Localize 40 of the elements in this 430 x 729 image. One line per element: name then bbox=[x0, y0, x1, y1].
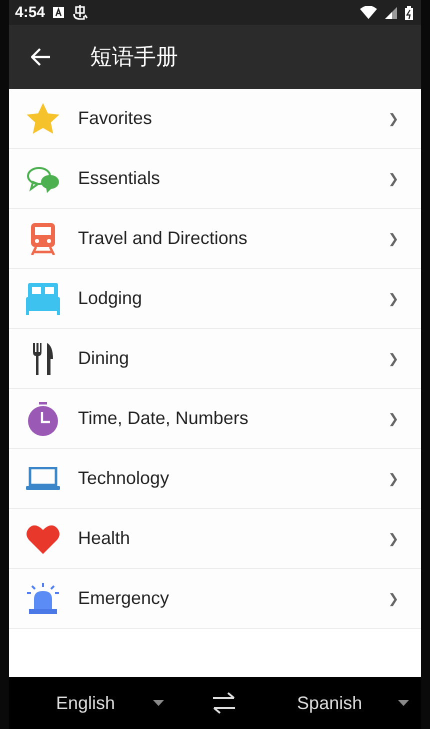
chevron-icon: ❯ bbox=[388, 111, 399, 126]
notification-icon bbox=[53, 7, 64, 18]
dropdown-caret-icon bbox=[153, 700, 164, 706]
category-label: Travel and Directions bbox=[78, 228, 248, 249]
dropdown-caret-icon bbox=[398, 700, 410, 706]
target-language-dropdown[interactable]: Spanish bbox=[297, 692, 362, 714]
chevron-icon: ❯ bbox=[388, 291, 399, 306]
chevron-icon: ❯ bbox=[388, 591, 399, 606]
heart-icon bbox=[26, 524, 60, 554]
swap-icon[interactable] bbox=[212, 692, 236, 714]
chevron-icon: ❯ bbox=[388, 411, 399, 426]
category-label: Essentials bbox=[78, 168, 162, 189]
category-label: Time, Date, Numbers bbox=[78, 408, 250, 429]
chevron-icon: ❯ bbox=[388, 531, 399, 546]
chevron-icon: ❯ bbox=[388, 231, 399, 246]
screen-title: 短语手册 bbox=[90, 44, 178, 72]
laptop-icon bbox=[26, 466, 60, 490]
app-notification-icon bbox=[72, 4, 88, 20]
source-language-dropdown[interactable]: English bbox=[56, 692, 116, 714]
battery-icon bbox=[405, 6, 413, 20]
stopwatch-icon bbox=[27, 402, 59, 436]
signal-icon bbox=[385, 6, 397, 18]
category-label: Health bbox=[78, 528, 132, 549]
category-label: Dining bbox=[78, 348, 130, 369]
bed-icon bbox=[26, 282, 60, 314]
chevron-icon: ❯ bbox=[388, 471, 399, 486]
category-label: Emergency bbox=[78, 588, 170, 609]
chevron-icon: ❯ bbox=[388, 351, 399, 366]
status-time: 4:54 bbox=[15, 4, 46, 21]
category-label: Lodging bbox=[78, 288, 144, 309]
chevron-icon: ❯ bbox=[388, 171, 399, 186]
fork-knife-icon bbox=[32, 342, 54, 374]
train-icon bbox=[29, 222, 57, 254]
back-arrow-icon bbox=[31, 48, 51, 66]
wifi-icon bbox=[360, 6, 377, 19]
chat-bubbles-icon bbox=[26, 164, 60, 192]
category-label: Favorites bbox=[78, 108, 154, 129]
category-label: Technology bbox=[78, 468, 170, 489]
star-icon bbox=[26, 102, 60, 134]
siren-icon bbox=[26, 582, 60, 614]
